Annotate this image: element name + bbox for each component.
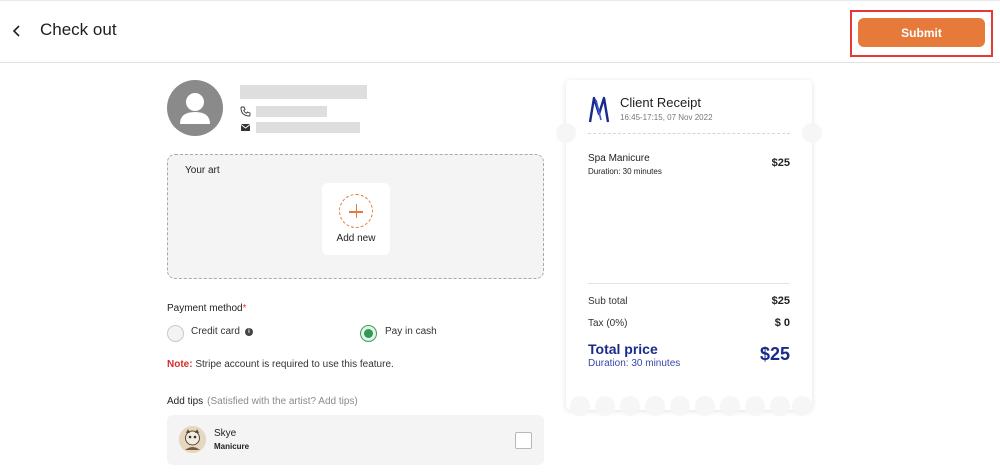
- artist-avatar: [179, 426, 206, 453]
- brand-logo-icon: [588, 96, 610, 123]
- pay-in-cash-label: Pay in cash: [385, 326, 437, 337]
- mail-icon: [240, 124, 251, 131]
- back-button[interactable]: [8, 19, 26, 43]
- credit-card-radio[interactable]: [167, 325, 184, 342]
- page-title: Check out: [40, 20, 117, 39]
- receipt-scallop-edge: [566, 396, 812, 416]
- receipt-datetime: 16:45-17:15, 07 Nov 2022: [620, 113, 713, 122]
- add-tips-title: Add tips (Satisfied with the artist? Add …: [167, 396, 358, 407]
- chevron-left-icon: [12, 25, 20, 37]
- credit-card-label: Credit card: [191, 326, 240, 337]
- client-name-redacted: [240, 85, 367, 99]
- add-new-art-button[interactable]: Add new: [322, 183, 390, 255]
- tip-artist-row[interactable]: Skye Manicure: [167, 415, 544, 465]
- tax-value: $ 0: [774, 317, 790, 329]
- payment-method-title: Payment method*: [167, 303, 247, 314]
- subtotal-value: $25: [771, 295, 790, 307]
- submit-button[interactable]: Submit: [858, 18, 985, 47]
- add-new-label: Add new: [336, 233, 376, 244]
- header-bar: Check out Submit: [0, 0, 1000, 63]
- plus-icon: [339, 194, 373, 228]
- receipt-divider: [588, 133, 790, 134]
- user-icon: [180, 93, 210, 124]
- total-price-value: $25: [759, 344, 790, 364]
- phone-icon: [240, 106, 251, 117]
- client-receipt-card: Client Receipt 16:45-17:15, 07 Nov 2022 …: [556, 80, 822, 416]
- tips-hint: (Satisfied with the artist? Add tips): [207, 396, 358, 407]
- required-mark: *: [242, 303, 247, 314]
- receipt-title: Client Receipt: [620, 95, 701, 110]
- service-name: Spa Manicure: [588, 153, 650, 164]
- art-upload-area: Your art Add new: [167, 154, 544, 279]
- client-phone-redacted: [256, 106, 327, 117]
- receipt-notch-right: [802, 123, 822, 143]
- service-duration: Duration: 30 minutes: [588, 167, 662, 176]
- stripe-note: Note: Stripe account is required to use …: [167, 359, 394, 370]
- info-icon[interactable]: i: [245, 328, 253, 336]
- tip-checkbox[interactable]: [515, 432, 532, 449]
- tax-label: Tax (0%): [588, 318, 628, 329]
- pay-in-cash-radio[interactable]: [360, 325, 377, 342]
- total-duration: Duration: 30 minutes: [588, 358, 681, 369]
- receipt-notch-left: [556, 123, 576, 143]
- service-price: $25: [771, 157, 790, 169]
- art-label: Your art: [185, 165, 220, 176]
- subtotal-divider: [588, 283, 790, 284]
- client-email-redacted: [256, 122, 360, 133]
- client-avatar: [167, 80, 223, 136]
- subtotal-label: Sub total: [588, 296, 628, 307]
- artist-service: Manicure: [214, 442, 250, 451]
- total-price-label: Total price: [588, 341, 658, 357]
- artist-photo-icon: [179, 426, 206, 453]
- artist-name: Skye: [214, 428, 237, 439]
